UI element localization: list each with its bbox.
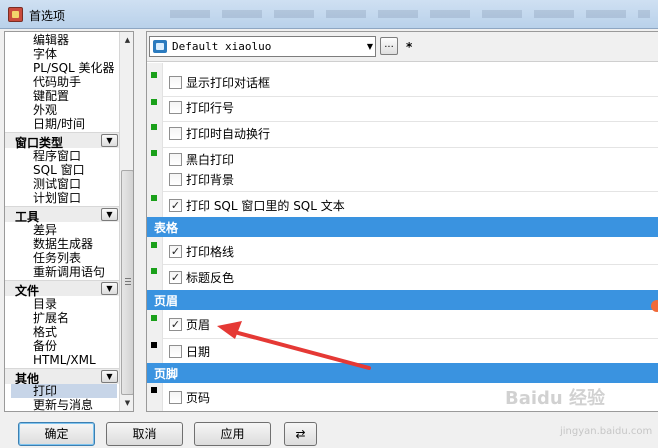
title-bar: 首选项 [0, 0, 658, 29]
scroll-thumb[interactable] [121, 170, 133, 395]
tree-item-plan-window[interactable]: 计划窗口 [33, 191, 81, 205]
tree-group-other[interactable]: 其他 ▼ [5, 368, 119, 386]
apply-button[interactable]: 应用 [194, 422, 271, 446]
collapse-icon[interactable]: ▼ [101, 134, 118, 147]
navigate-arrow-icon: ⇄ [295, 427, 306, 441]
tree-item-data-generator[interactable]: 数据生成器 [33, 237, 93, 251]
tree-item-updates-messages[interactable]: 更新与消息 [33, 398, 93, 411]
tree-item-format[interactable]: 格式 [33, 325, 57, 339]
tree-item-extensions[interactable]: 扩展名 [33, 311, 69, 325]
cancel-button[interactable]: 取消 [106, 422, 183, 446]
tree-item-test-window[interactable]: 测试窗口 [33, 177, 81, 191]
collapse-icon[interactable]: ▼ [101, 208, 118, 221]
tree-item-key-config[interactable]: 键配置 [33, 89, 69, 103]
tree-item-sql-window[interactable]: SQL 窗口 [33, 163, 85, 177]
tree-item-date-time[interactable]: 日期/时间 [33, 117, 85, 131]
tree-item-directories[interactable]: 目录 [33, 297, 57, 311]
watermark: Baidu 经验 [505, 388, 606, 409]
tree-item-appearance[interactable]: 外观 [33, 103, 57, 117]
ok-button[interactable]: 确定 [18, 422, 95, 446]
tree-item-html-xml[interactable]: HTML/XML [33, 353, 96, 367]
app-icon [8, 7, 23, 22]
print-settings-panel: Default xiaoluo ▼ ... * 显示打印对话框 打印行号 打印时… [146, 31, 658, 412]
tree-item-print[interactable]: 打印 [11, 384, 117, 398]
tree-item-editor[interactable]: 编辑器 [33, 33, 69, 47]
tree-item-recall-statement[interactable]: 重新调用语句 [33, 265, 105, 279]
collapse-icon[interactable]: ▼ [101, 370, 118, 383]
navigate-button[interactable]: ⇄ [284, 422, 317, 446]
tree-group-window-types[interactable]: 窗口类型 ▼ [5, 132, 119, 150]
tree-group-files[interactable]: 文件 ▼ [5, 280, 119, 298]
tree-item-program-window[interactable]: 程序窗口 [33, 149, 81, 163]
tree-item-diff[interactable]: 差异 [33, 223, 57, 237]
tree-group-tools[interactable]: 工具 ▼ [5, 206, 119, 224]
title-bar-background-decoration [170, 10, 650, 18]
tree-item-task-list[interactable]: 任务列表 [33, 251, 81, 265]
collapse-icon[interactable]: ▼ [101, 282, 118, 295]
scroll-up-icon[interactable]: ▲ [121, 33, 133, 47]
preferences-tree: 编辑器 字体 PL/SQL 美化器 代码助手 键配置 外观 日期/时间 窗口类型… [4, 31, 134, 412]
tree-scrollbar[interactable]: ▲ ▼ [119, 32, 133, 411]
grip-icon [125, 278, 131, 285]
annotation-arrow-icon [217, 300, 658, 370]
tree-item-code-assistant[interactable]: 代码助手 [33, 75, 81, 89]
window-title: 首选项 [29, 9, 66, 23]
tree-item-plsql-beautifier[interactable]: PL/SQL 美化器 [33, 61, 115, 75]
scroll-down-icon[interactable]: ▼ [121, 396, 133, 410]
tree-item-backup[interactable]: 备份 [33, 339, 57, 353]
tree-item-font[interactable]: 字体 [33, 47, 57, 61]
watermark-url: jingyan.baidu.com [560, 426, 653, 437]
